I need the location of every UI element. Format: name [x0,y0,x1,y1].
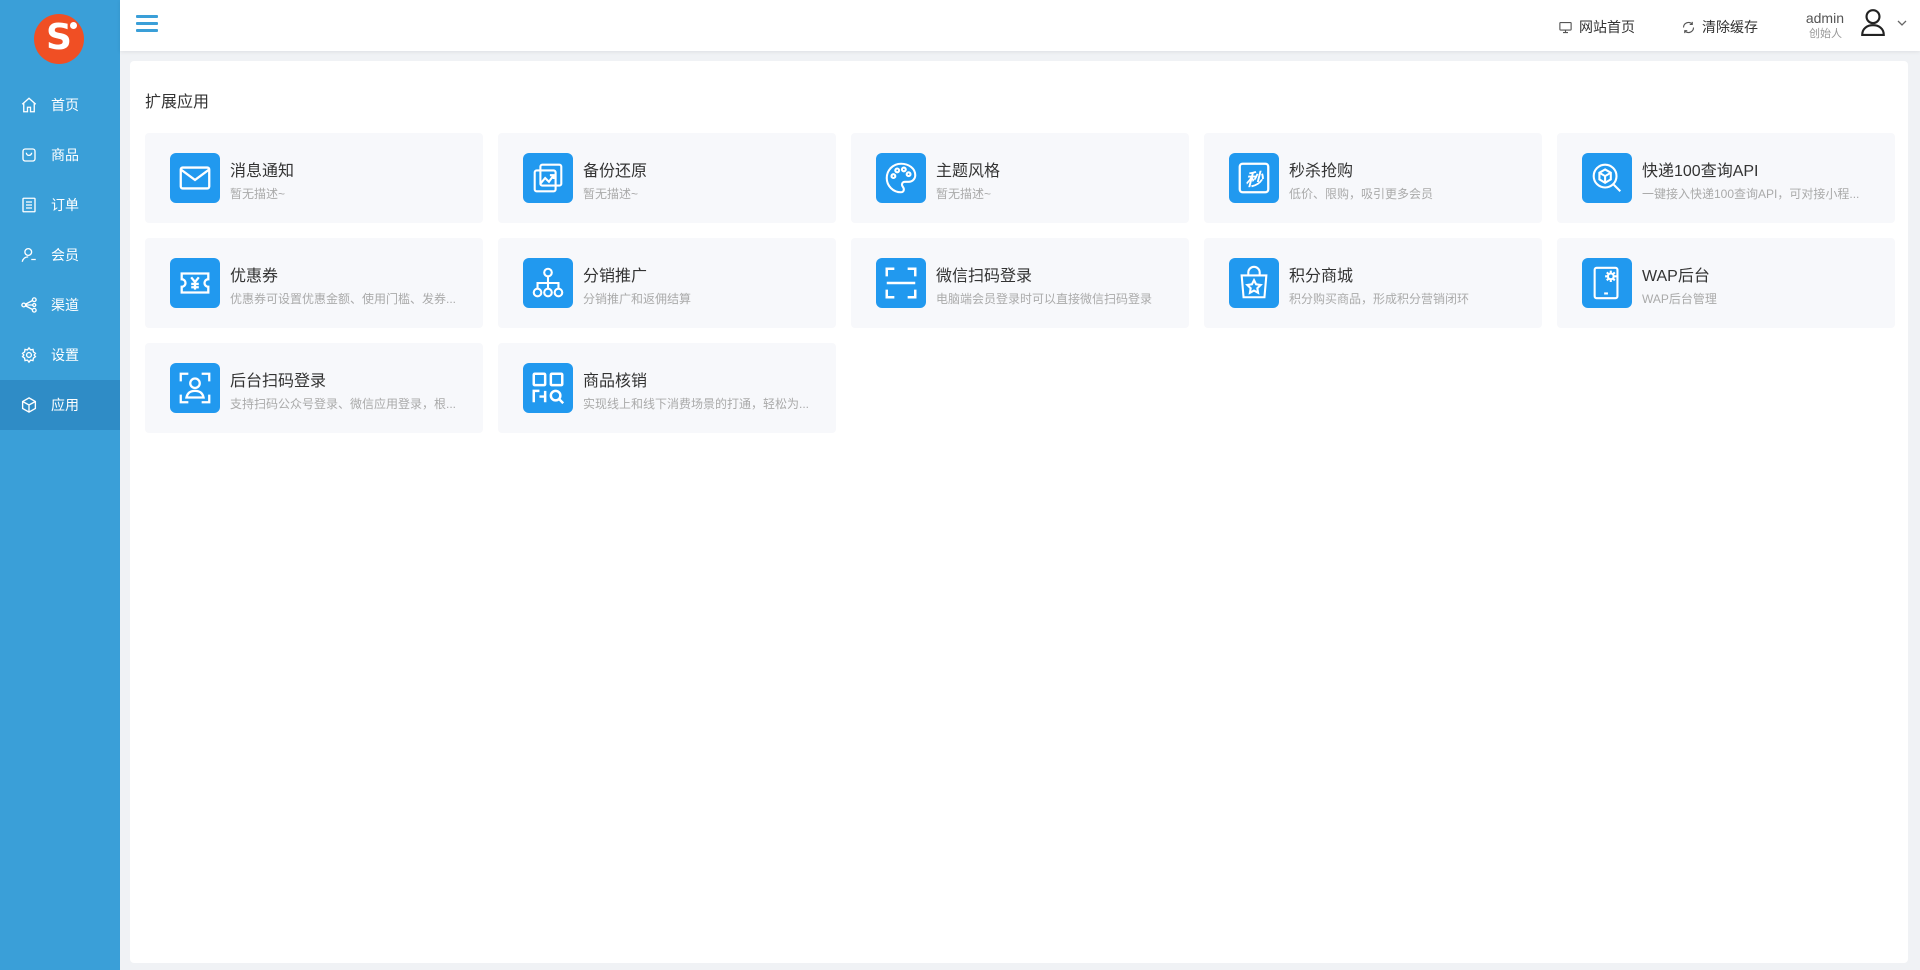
monitor-icon [1559,21,1572,33]
app-card-title: 秒杀抢购 [1289,163,1354,180]
user-icon [20,246,38,264]
coupon-icon [170,258,220,308]
cube-icon [20,396,38,414]
app-card-coupon[interactable]: 优惠券 优惠券可设置优惠金额、使用门槛、发券... [145,238,483,328]
user-info: admin 创始人 [1806,9,1844,41]
sidebar-item-label: 首页 [51,97,79,113]
svg-text:秒: 秒 [1245,171,1264,191]
user-name: admin [1805,9,1844,26]
app-card-desc: 低价、限购，吸引更多会员 [1289,187,1434,201]
app-card-admin-scan-login[interactable]: 后台扫码登录 支持扫码公众号登录、微信应用登录，根... [145,343,483,433]
sidebar-item-home[interactable]: 首页 [0,80,120,130]
scan-icon [876,258,926,308]
sidebar-nav: 首页 商品 订单 会员 渠道 设置 应用 [0,80,120,430]
mail-icon [170,153,220,203]
home-icon [20,96,38,114]
logo[interactable]: S [34,14,84,64]
website-home-link[interactable]: 网站首页 [1558,17,1635,37]
sidebar-item-label: 渠道 [51,297,79,313]
app-card-distribution[interactable]: 分销推广 分销推广和返佣结算 [498,238,836,328]
app-card-desc: 暂无描述~ [230,187,286,201]
palette-icon [876,153,926,203]
app-card-title: 后台扫码登录 [230,373,327,390]
sidebar-item-members[interactable]: 会员 [0,230,120,280]
package-search-icon [1582,153,1632,203]
clear-cache-button[interactable]: 清除缓存 [1681,17,1758,37]
app-card-title: WAP后台 [1642,268,1710,285]
app-card-desc: 暂无描述~ [936,187,992,201]
flash-sale-icon: 秒 [1229,153,1279,203]
sidebar-item-label: 商品 [51,147,79,163]
user-avatar-icon [1861,9,1885,36]
sidebar: S 首页 商品 订单 会员 渠道 设置 应用 [0,0,120,970]
user-role: 创始人 [1809,27,1842,40]
app-card-product-verification[interactable]: 商品核销 实现线上和线下消费场景的打通，轻松为... [498,343,836,433]
sidebar-item-products[interactable]: 商品 [0,130,120,180]
qr-search-icon [523,363,573,413]
sidebar-item-label: 设置 [51,347,79,363]
app-card-desc: WAP后台管理 [1642,292,1717,306]
share-icon [20,296,38,314]
app-card-title: 消息通知 [230,163,295,180]
avatar[interactable] [1860,8,1886,41]
app-card-title: 积分商城 [1289,268,1354,285]
sidebar-item-label: 应用 [51,397,79,413]
app-card-wechat-scan-login[interactable]: 微信扫码登录 电脑端会员登录时可以直接微信扫码登录 [851,238,1189,328]
page-title: 扩展应用 [145,94,210,111]
list-icon [20,196,38,214]
app-card-wap-admin[interactable]: WAP后台 WAP后台管理 [1557,238,1895,328]
app-card-title: 分销推广 [583,268,648,285]
clear-cache-label: 清除缓存 [1702,19,1758,35]
sidebar-item-settings[interactable]: 设置 [0,330,120,380]
sidebar-item-apps[interactable]: 应用 [0,380,120,430]
app-card-title: 商品核销 [583,373,648,390]
app-card-desc: 实现线上和线下消费场景的打通，轻松为... [583,397,810,411]
app-card-title: 主题风格 [936,163,1001,180]
app-card-title: 微信扫码登录 [936,268,1033,285]
app-card-title: 备份还原 [583,163,648,180]
app-card-express-api[interactable]: 快递100查询API 一键接入快递100查询API，可对接小程... [1557,133,1895,223]
sidebar-item-orders[interactable]: 订单 [0,180,120,230]
backup-icon [523,153,573,203]
app-card-desc: 一键接入快递100查询API，可对接小程... [1642,187,1860,201]
sidebar-item-label: 订单 [51,197,79,213]
app-card-desc: 积分购买商品，形成积分营销闭环 [1289,292,1470,306]
app-card-desc: 分销推广和返佣结算 [583,292,692,306]
app-card-theme-style[interactable]: 主题风格 暂无描述~ [851,133,1189,223]
top-header: 网站首页 清除缓存 admin 创始人 [120,0,1920,51]
chevron-down-icon[interactable] [1886,16,1908,34]
gear-icon [20,346,38,364]
app-card-backup-restore[interactable]: 备份还原 暂无描述~ [498,133,836,223]
app-card-title: 快递100查询API [1642,163,1759,180]
refresh-icon [1682,21,1695,33]
main-panel: 扩展应用 消息通知 暂无描述~ 备份还原 暂无描述~ 主题风格 暂无描述~ 秒 … [130,61,1908,963]
app-card-message-notice[interactable]: 消息通知 暂无描述~ [145,133,483,223]
app-card-desc: 优惠券可设置优惠金额、使用门槛、发券... [230,292,457,306]
app-card-points-mall[interactable]: 积分商城 积分购买商品，形成积分营销闭环 [1204,238,1542,328]
bag-icon [20,146,38,164]
logo-dot [70,22,77,29]
app-grid: 消息通知 暂无描述~ 备份还原 暂无描述~ 主题风格 暂无描述~ 秒 秒杀抢购 … [145,133,1895,433]
tablet-gear-icon [1582,258,1632,308]
app-card-title: 优惠券 [230,268,279,285]
app-card-desc: 电脑端会员登录时可以直接微信扫码登录 [936,292,1153,306]
website-home-label: 网站首页 [1579,19,1635,35]
app-card-desc: 支持扫码公众号登录、微信应用登录，根... [230,397,457,411]
shopping-bag-star-icon [1229,258,1279,308]
org-chart-icon [523,258,573,308]
scan-user-icon [170,363,220,413]
app-card-desc: 暂无描述~ [583,187,639,201]
sidebar-item-label: 会员 [51,247,79,263]
app-card-flash-sale[interactable]: 秒 秒杀抢购 低价、限购，吸引更多会员 [1204,133,1542,223]
menu-toggle-icon[interactable] [136,15,158,35]
user-menu[interactable]: admin 创始人 [1806,8,1908,41]
sidebar-item-channels[interactable]: 渠道 [0,280,120,330]
